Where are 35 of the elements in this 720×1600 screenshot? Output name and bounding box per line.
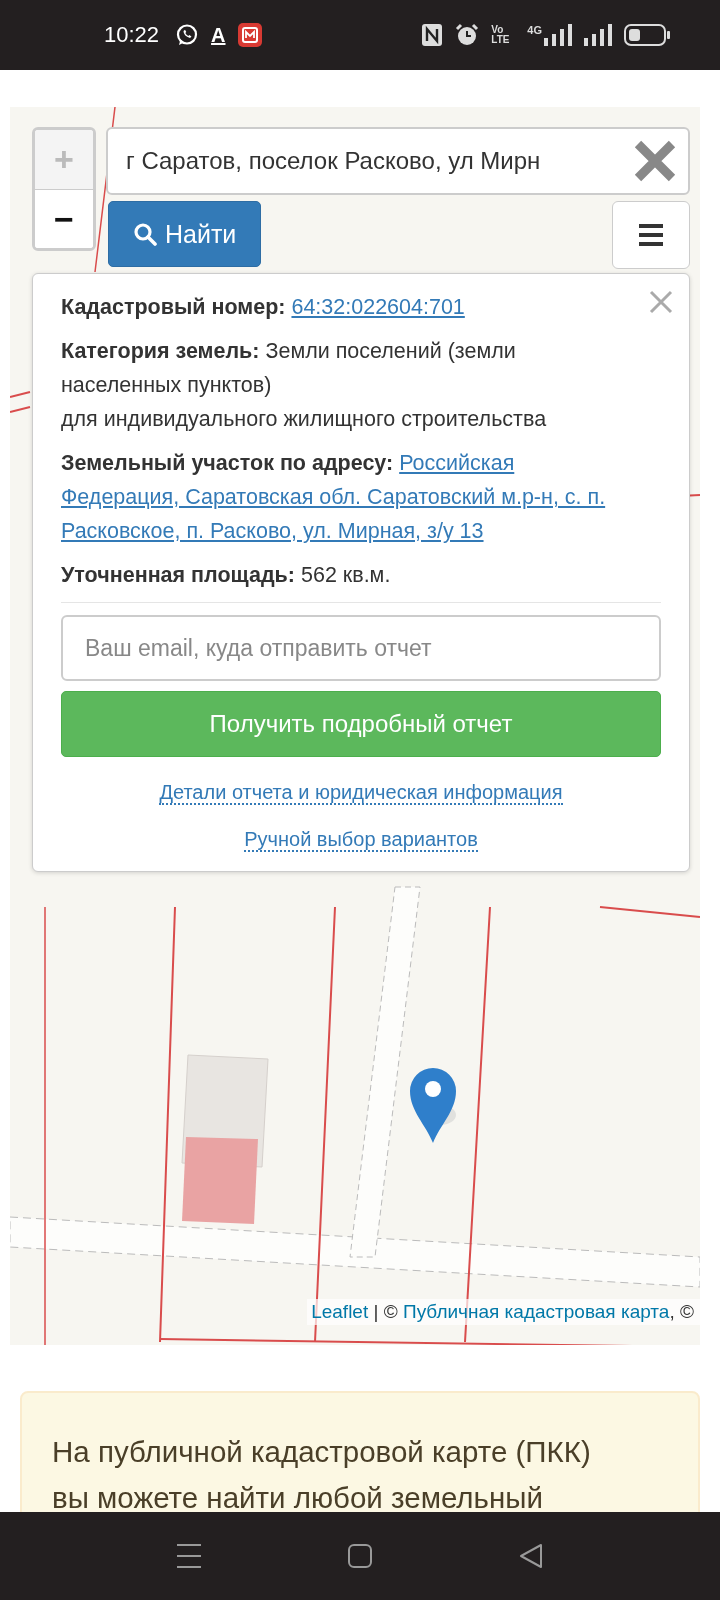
search-field[interactable]: г Саратов, поселок Расково, ул Мирн — [106, 127, 690, 195]
chat-bubble-icon — [175, 23, 200, 47]
attribution-link[interactable]: Leaflet — [311, 1301, 369, 1322]
zoom-out-button[interactable]: − — [35, 189, 93, 248]
attribution-link[interactable]: Публичная кадастровая карта — [403, 1301, 670, 1322]
battery-icon — [624, 24, 670, 46]
field-text: Категория земель: Земли поселений (земли населенных пунктов) — [61, 338, 517, 399]
field-text: Уточненная площадь: 562 кв.м. — [61, 562, 392, 589]
email-field[interactable]: Ваш email, куда отправить отчет — [61, 615, 661, 681]
nfc-icon — [421, 23, 444, 47]
close-icon[interactable] — [632, 138, 678, 184]
app-icon — [237, 23, 262, 47]
signal-icon — [584, 24, 612, 46]
alarm-icon — [455, 23, 480, 47]
link-field[interactable]: Земельный участок по адресу: Российская Федерация, Саратовская обл. Саратовский м.р-н, с. п. Расковское, п. Расково, ул. Мирная, з/у 13 — [61, 446, 661, 548]
signal-icon — [544, 24, 572, 46]
link-field[interactable]: Кадастровый номер: 64:32:022604:701 — [61, 290, 661, 324]
menu-icon[interactable] — [176, 1543, 202, 1569]
details-link[interactable]: Детали отчета и юридическая информация — [159, 781, 563, 805]
info-text: На публичной кадастровой карте (ПКК) вы можете найти любой земельный — [52, 1434, 592, 1512]
search-icon — [133, 222, 157, 246]
report-button[interactable]: Получить подробный отчет — [61, 691, 661, 757]
clock-time: 10:22 — [104, 22, 160, 48]
network-label: 4G — [527, 24, 542, 36]
volte-label: Vo LTE — [491, 25, 511, 45]
menu-button[interactable] — [612, 201, 690, 269]
attribution-text: | © — [372, 1301, 399, 1322]
find-button[interactable]: Найти — [108, 201, 262, 267]
details-link[interactable]: Ручной выбор вариантов — [244, 828, 478, 852]
home-icon[interactable] — [347, 1543, 373, 1569]
back-icon[interactable] — [518, 1543, 544, 1569]
field-note: для индивидуального жилищного строительства — [61, 406, 548, 433]
menu-icon — [639, 224, 663, 246]
attribution-text: , © — [669, 1301, 694, 1322]
app-letter: A — [211, 23, 226, 47]
